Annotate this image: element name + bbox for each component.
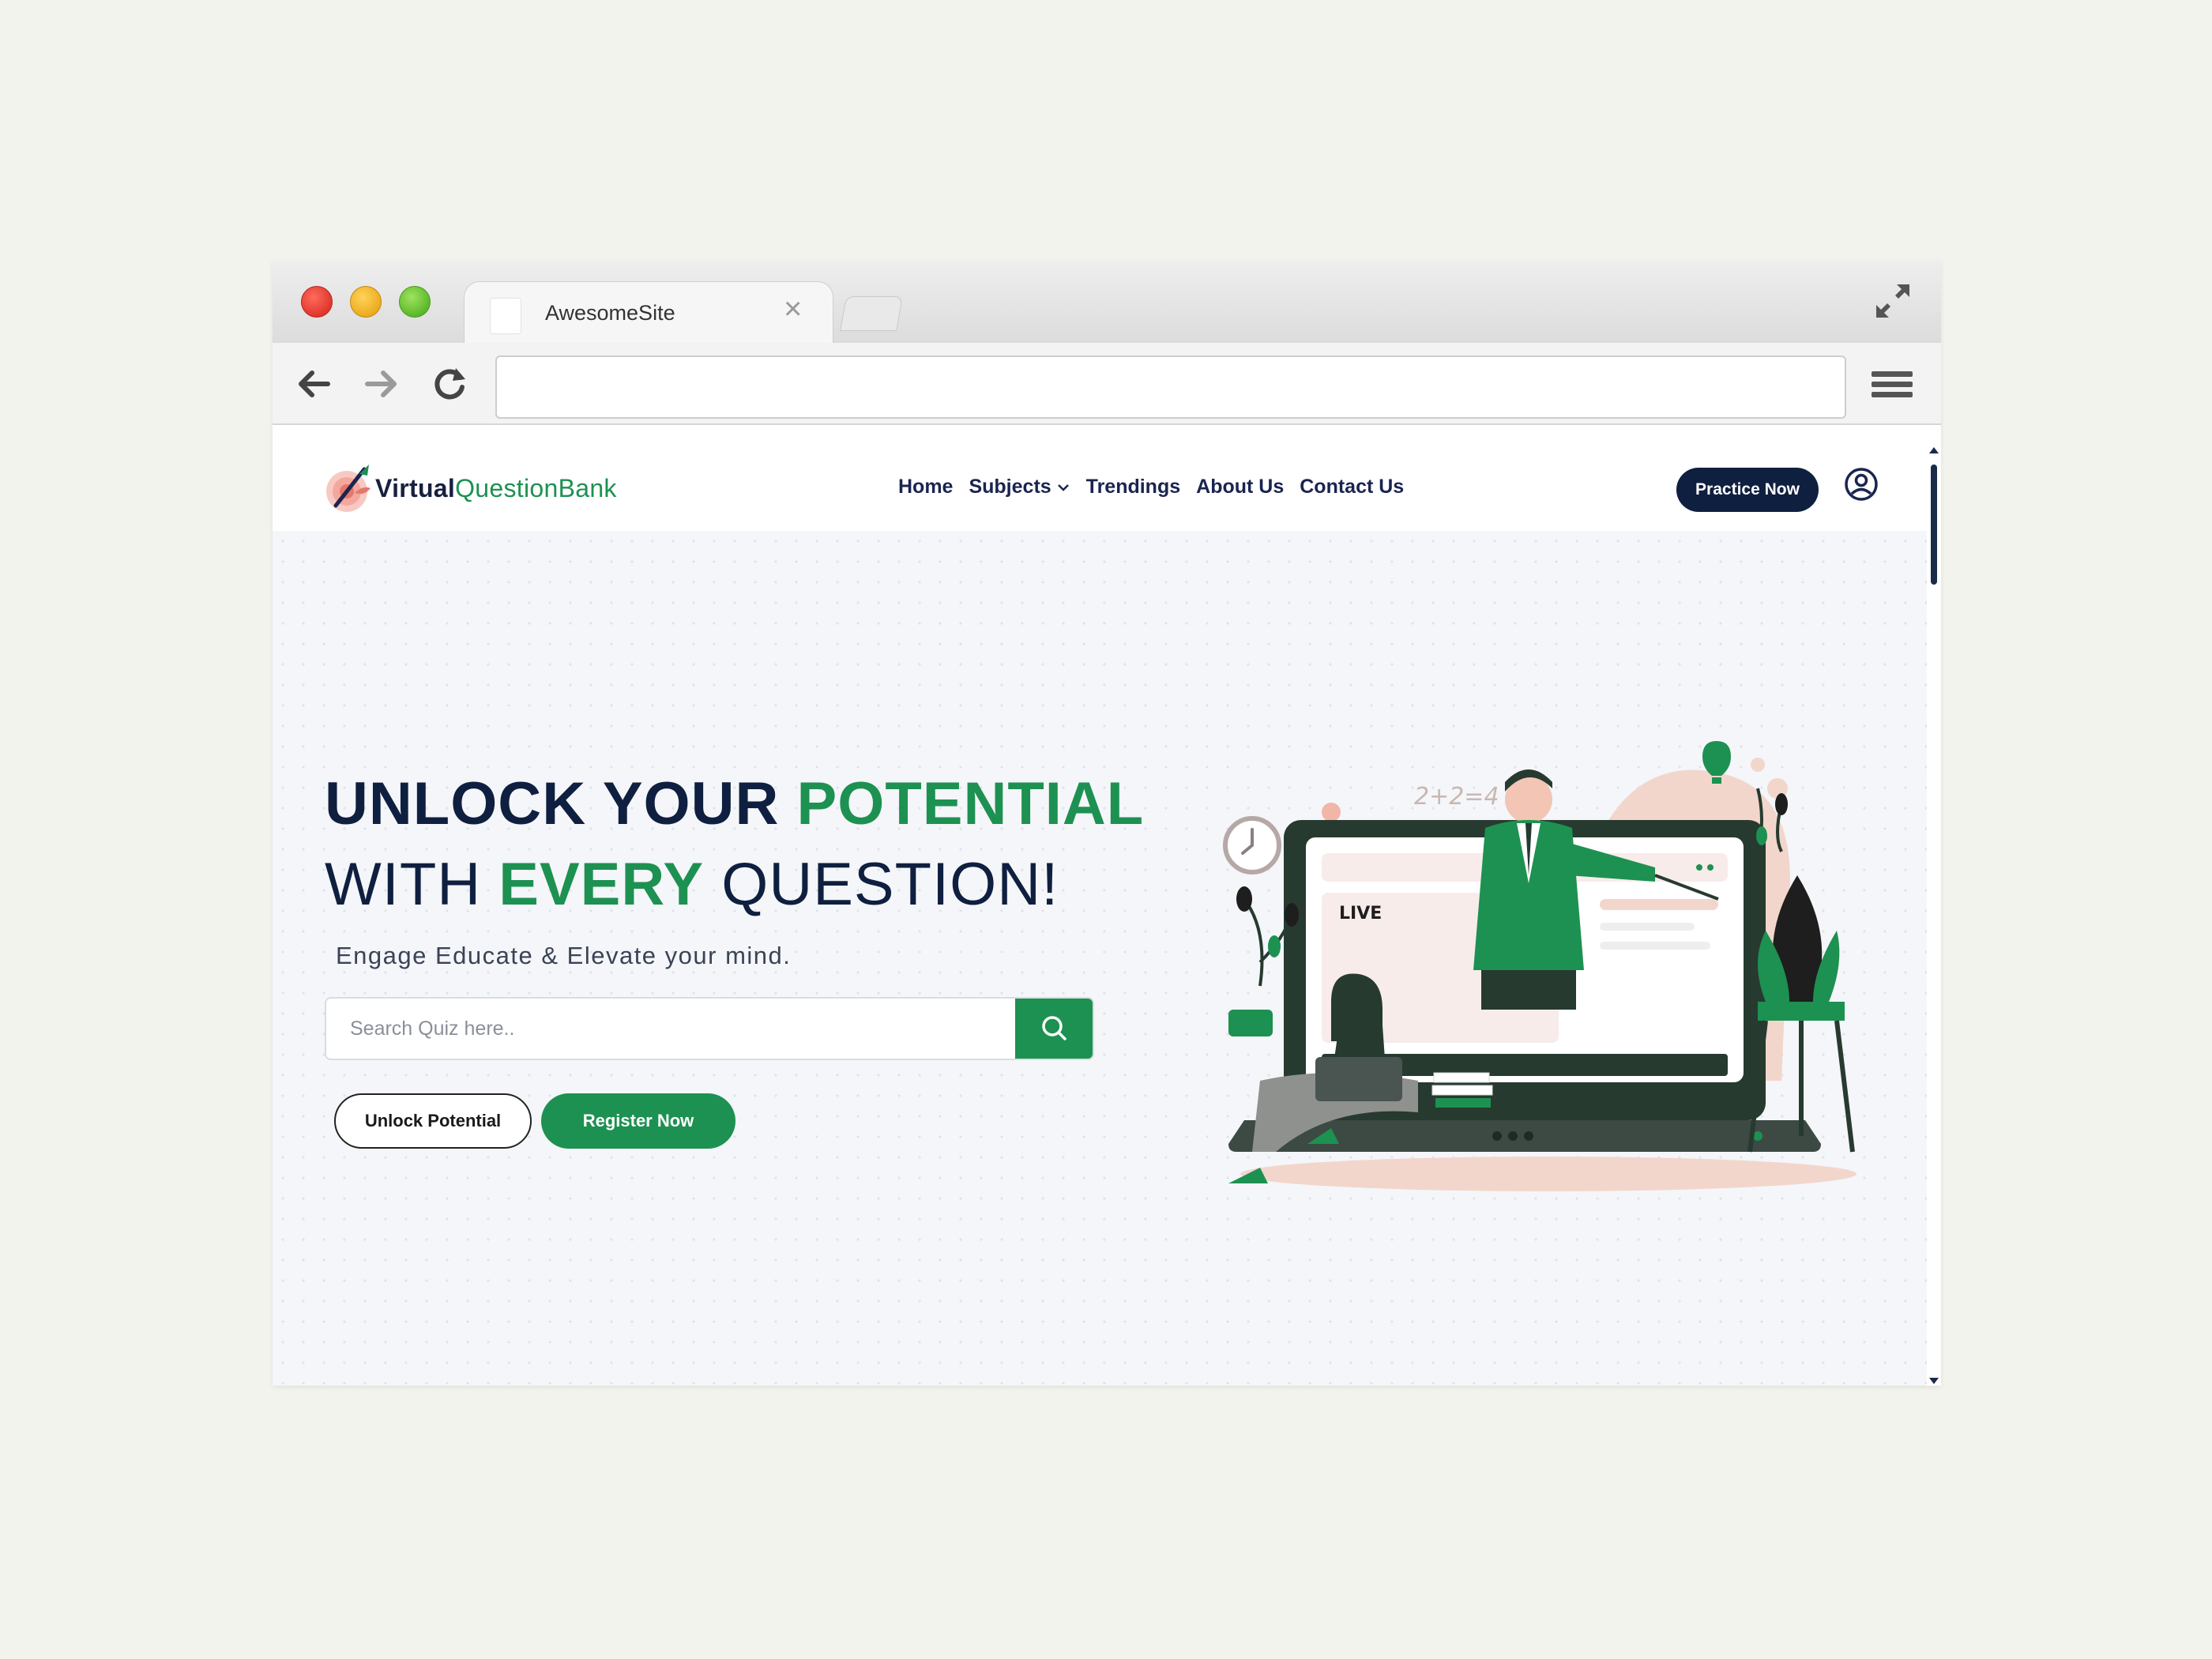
nav-about-us[interactable]: About Us: [1196, 476, 1284, 498]
leaf: [1285, 903, 1299, 927]
nav-home-label: Home: [898, 476, 954, 498]
unlock-potential-button[interactable]: Unlock Potential: [334, 1093, 532, 1149]
headline-part: WITH: [325, 851, 499, 918]
browser-toolbar: [273, 343, 1941, 425]
hero-subtitle: Engage Educate & Elevate your mind.: [336, 942, 792, 969]
site-navbar: VirtualQuestionBank Home Subjects Trendi…: [273, 447, 1927, 531]
leaf: [1268, 935, 1281, 957]
logo-text-bold: Virtual: [375, 474, 456, 502]
headline-highlight: POTENTIAL: [796, 770, 1145, 837]
decor-dot: [1751, 758, 1765, 772]
user-circle-icon[interactable]: [1843, 466, 1879, 502]
dot: [1508, 1131, 1518, 1141]
scroll-thumb[interactable]: [1931, 465, 1937, 585]
chat-bubble-icon: [1228, 1010, 1273, 1036]
book: [1433, 1072, 1490, 1083]
logo-icon[interactable]: [320, 461, 375, 517]
quiz-search: [325, 997, 1094, 1060]
hero-headline-line1: UNLOCK YOUR POTENTIAL: [325, 769, 1144, 838]
tab-close-icon[interactable]: ×: [784, 293, 802, 325]
equation-text: 2+2=4: [1414, 783, 1499, 811]
scroll-down-arrow-icon[interactable]: [1929, 1378, 1939, 1384]
dot: [1524, 1131, 1533, 1141]
nav-subjects-label: Subjects: [969, 476, 1051, 498]
hero-headline-line2: WITH EVERY QUESTION!: [325, 850, 1059, 919]
close-window-button[interactable]: [301, 286, 333, 318]
floor-shadow: [1240, 1157, 1856, 1191]
text-line: [1600, 923, 1695, 931]
browser-window: AwesomeSite × VirtualQuestionBank Home S…: [273, 261, 1941, 1386]
reload-icon[interactable]: [429, 363, 470, 404]
headline-part: UNLOCK YOUR: [325, 770, 797, 837]
browser-tab[interactable]: AwesomeSite ×: [464, 281, 833, 344]
new-tab-button[interactable]: [840, 296, 903, 331]
hero-illustration: 2+2=4 LIVE: [1223, 741, 1856, 1191]
page-favicon-icon: [490, 298, 521, 334]
live-label: LIVE: [1339, 904, 1382, 924]
register-now-button[interactable]: Register Now: [541, 1093, 735, 1149]
chevron-down-icon: [1057, 483, 1069, 491]
leaf: [1756, 826, 1767, 845]
book: [1431, 1085, 1493, 1096]
leaf: [1775, 793, 1788, 815]
text-line: [1600, 942, 1710, 950]
forward-arrow-icon[interactable]: [361, 363, 402, 404]
page-scrollbar[interactable]: [1927, 447, 1941, 1386]
nav-contact-us[interactable]: Contact Us: [1300, 476, 1404, 498]
address-bar[interactable]: [495, 356, 1846, 419]
nav-trendings-label: Trendings: [1085, 476, 1181, 498]
text-line: [1600, 899, 1718, 910]
tab-title: AwesomeSite: [545, 301, 675, 325]
headline-part: QUESTION!: [704, 851, 1059, 918]
search-icon: [1042, 1015, 1066, 1040]
maximize-window-button[interactable]: [399, 286, 431, 318]
leaf: [1236, 886, 1252, 912]
book: [1435, 1098, 1491, 1108]
practice-now-button[interactable]: Practice Now: [1676, 468, 1819, 512]
teacher-legs: [1481, 970, 1576, 1010]
nav-subjects[interactable]: Subjects: [969, 476, 1070, 498]
dot: [1696, 864, 1702, 871]
main-menu: Home Subjects Trendings About Us Contact…: [898, 476, 1404, 498]
plant-pot: [1758, 1002, 1845, 1021]
lightbulb-base: [1712, 777, 1721, 784]
hero-section: UNLOCK YOUR POTENTIAL WITH EVERY QUESTIO…: [273, 531, 1927, 1384]
dot: [1492, 1131, 1502, 1141]
nav-about-us-label: About Us: [1196, 476, 1285, 498]
back-arrow-icon[interactable]: [293, 363, 334, 404]
expand-icon[interactable]: [1872, 280, 1914, 322]
decor-dot: [1322, 803, 1341, 822]
logo-text-rest: QuestionBank: [455, 474, 617, 502]
search-button[interactable]: [1015, 999, 1093, 1059]
dot: [1707, 864, 1714, 871]
lightbulb-icon: [1702, 741, 1731, 776]
minimize-window-button[interactable]: [350, 286, 382, 318]
search-input[interactable]: [326, 999, 1014, 1059]
headline-highlight: EVERY: [498, 851, 705, 918]
hamburger-menu-icon[interactable]: [1872, 371, 1913, 403]
student-laptop: [1315, 1057, 1402, 1101]
nav-trendings[interactable]: Trendings: [1086, 476, 1180, 498]
web-viewport: VirtualQuestionBank Home Subjects Trendi…: [273, 447, 1941, 1386]
title-bar: AwesomeSite ×: [273, 261, 1941, 344]
scroll-up-arrow-icon[interactable]: [1929, 447, 1939, 453]
nav-home[interactable]: Home: [898, 476, 953, 498]
nav-contact-us-label: Contact Us: [1300, 476, 1405, 498]
site-logo-text[interactable]: VirtualQuestionBank: [375, 474, 617, 503]
